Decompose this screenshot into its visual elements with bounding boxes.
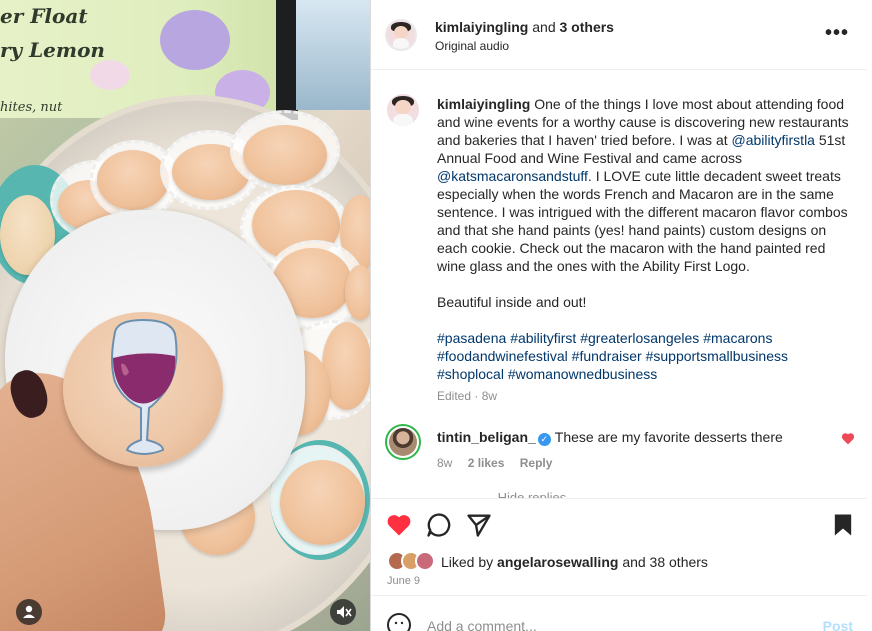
- macaron: [345, 265, 370, 320]
- caption-meta: Edited · 8w: [437, 389, 498, 403]
- paper-plane-icon[interactable]: [465, 511, 493, 539]
- hashtag-link[interactable]: #abilityfirst: [510, 330, 576, 346]
- comment-age: 8w: [437, 456, 453, 470]
- wine-glass-painting: [111, 318, 178, 455]
- caption-username[interactable]: kimlaiyingling: [437, 96, 530, 112]
- post-details-panel: kimlaiyingling and 3 others Original aud…: [370, 0, 867, 631]
- macaron: [243, 125, 327, 185]
- hashtag-link[interactable]: #greaterlosangeles: [580, 330, 699, 346]
- liked-by-suffix[interactable]: and 38 others: [622, 554, 708, 570]
- bookmark-filled-icon[interactable]: [829, 511, 857, 539]
- poster-text-line-1: er Float: [0, 4, 88, 28]
- caption-author-avatar[interactable]: [387, 94, 419, 126]
- comment: tintin_beligan_ ✓ These are my favorite de…: [437, 429, 837, 446]
- post-actions: Liked by angelarosewalling and 38 others…: [371, 498, 867, 631]
- comment-likes[interactable]: 2 likes: [468, 456, 505, 470]
- commenter-avatar[interactable]: [385, 424, 421, 460]
- post-date[interactable]: June 9: [387, 575, 420, 587]
- liker-avatars: [387, 551, 439, 573]
- comment-text: These are my favorite desserts there: [554, 429, 783, 445]
- comment-reply-button[interactable]: Reply: [520, 456, 553, 470]
- hide-replies-button[interactable]: — Hide replies: [481, 490, 566, 498]
- hashtag-link[interactable]: #foodandwinefestival: [437, 348, 568, 364]
- comment-meta: 8w 2 likes Reply: [437, 456, 564, 470]
- poster-text-line-3: hites, nut: [0, 100, 63, 115]
- add-comment-input[interactable]: Add a comment...: [427, 618, 537, 631]
- header-and-text: and: [532, 19, 556, 35]
- comment-bubble-icon[interactable]: [425, 511, 453, 539]
- comment-like-heart-icon[interactable]: [841, 432, 855, 448]
- speaker-muted-icon[interactable]: [330, 599, 356, 625]
- post-header: kimlaiyingling and 3 others Original aud…: [371, 0, 867, 70]
- hashtag-link[interactable]: #supportsmallbusiness: [646, 348, 788, 364]
- macaron: [97, 150, 169, 210]
- liker-avatar[interactable]: [415, 551, 435, 571]
- audio-label[interactable]: Original audio: [435, 39, 509, 53]
- post-caption: kimlaiyingling One of the things I love …: [437, 95, 857, 401]
- poster-flower: [90, 60, 130, 90]
- hashtag-list: #pasadena #abilityfirst #greaterlosangel…: [437, 329, 857, 383]
- liked-by-prefix: Liked by: [441, 554, 494, 570]
- mention-link[interactable]: @katsmacaronsandstuff: [437, 168, 588, 184]
- liked-by-text: Liked by angelarosewalling and 38 others: [441, 554, 708, 570]
- commenter-username[interactable]: tintin_beligan_: [437, 429, 536, 445]
- poster-flower: [160, 10, 230, 70]
- liked-by-username[interactable]: angelarosewalling: [497, 554, 618, 570]
- hashtag-link[interactable]: #womanownedbusiness: [508, 366, 657, 382]
- easel-post: [276, 0, 298, 120]
- wine-glass-macaron: [63, 312, 223, 467]
- heart-filled-icon[interactable]: [385, 511, 413, 539]
- verified-badge-icon: ✓: [537, 433, 551, 446]
- user-tag-icon[interactable]: [16, 599, 42, 625]
- hashtag-link[interactable]: #pasadena: [437, 330, 506, 346]
- smiley-icon[interactable]: [387, 613, 411, 631]
- poster-text-line-2: ry Lemon: [0, 38, 105, 62]
- background-panel: [296, 0, 370, 110]
- post-media-image[interactable]: er Float ry Lemon hites, nut: [0, 0, 370, 631]
- hashtag-link[interactable]: #fundraiser: [572, 348, 642, 364]
- add-comment-bar: Add a comment... Post: [371, 595, 867, 631]
- hashtag-link[interactable]: #shoplocal: [437, 366, 504, 382]
- macaron: [280, 460, 365, 545]
- header-collaborators[interactable]: 3 others: [560, 19, 614, 35]
- comments-scroll-area[interactable]: kimlaiyingling One of the things I love …: [371, 70, 867, 498]
- header-author-line: kimlaiyingling and 3 others: [435, 19, 614, 35]
- hashtag-link[interactable]: #macarons: [703, 330, 772, 346]
- author-avatar[interactable]: [385, 19, 417, 51]
- header-username[interactable]: kimlaiyingling: [435, 19, 528, 35]
- post-comment-button[interactable]: Post: [823, 618, 853, 631]
- caption-text-4: Beautiful inside and out!: [437, 294, 587, 310]
- mention-link[interactable]: @abilityfirstla: [732, 132, 815, 148]
- more-options-button[interactable]: •••: [825, 22, 849, 45]
